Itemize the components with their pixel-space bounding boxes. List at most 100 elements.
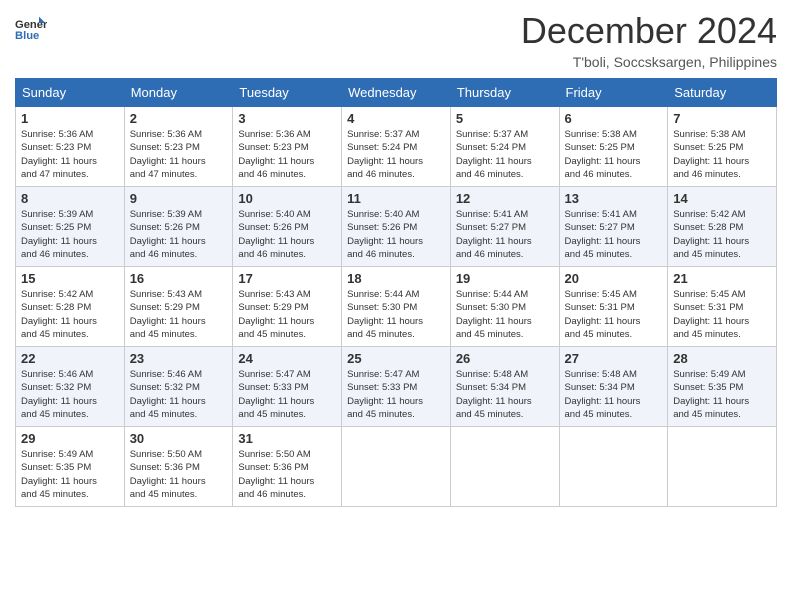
- calendar-cell: 11 Sunrise: 5:40 AM Sunset: 5:26 PM Dayli…: [342, 187, 451, 267]
- day-number: 14: [673, 191, 771, 206]
- calendar-cell: 16Sunrise: 5:43 AM Sunset: 5:29 PM Dayli…: [124, 267, 233, 347]
- day-number: 17: [238, 271, 336, 286]
- calendar-cell: [342, 427, 451, 507]
- calendar-cell: 14 Sunrise: 5:42 AM Sunset: 5:28 PM Dayli…: [668, 187, 777, 267]
- day-info: Sunrise: 5:42 AM Sunset: 5:28 PM Dayligh…: [21, 288, 119, 341]
- calendar-cell: 30 Sunrise: 5:50 AM Sunset: 5:36 PM Dayli…: [124, 427, 233, 507]
- day-info: Sunrise: 5:45 AM Sunset: 5:31 PM Dayligh…: [565, 288, 663, 341]
- calendar-week-1: 1 Sunrise: 5:36 AM Sunset: 5:23 PM Daylig…: [16, 107, 777, 187]
- header-day-wednesday: Wednesday: [342, 79, 451, 107]
- header-day-tuesday: Tuesday: [233, 79, 342, 107]
- page-header: General Blue December 2024 T'boli, Soccs…: [15, 10, 777, 70]
- day-number: 22: [21, 351, 119, 366]
- day-number: 23: [130, 351, 228, 366]
- calendar-cell: 19 Sunrise: 5:44 AM Sunset: 5:30 PM Dayli…: [450, 267, 559, 347]
- day-info: Sunrise: 5:38 AM Sunset: 5:25 PM Dayligh…: [565, 128, 663, 181]
- day-info: Sunrise: 5:37 AM Sunset: 5:24 PM Dayligh…: [456, 128, 554, 181]
- day-info: Sunrise: 5:39 AM Sunset: 5:26 PM Dayligh…: [130, 208, 228, 261]
- day-info: Sunrise: 5:50 AM Sunset: 5:36 PM Dayligh…: [238, 448, 336, 501]
- day-number: 11: [347, 191, 445, 206]
- calendar-week-4: 22 Sunrise: 5:46 AM Sunset: 5:32 PM Dayli…: [16, 347, 777, 427]
- day-number: 12: [456, 191, 554, 206]
- day-number: 29: [21, 431, 119, 446]
- day-info: Sunrise: 5:47 AM Sunset: 5:33 PM Dayligh…: [347, 368, 445, 421]
- day-info: Sunrise: 5:44 AM Sunset: 5:30 PM Dayligh…: [347, 288, 445, 341]
- day-info: Sunrise: 5:37 AM Sunset: 5:24 PM Dayligh…: [347, 128, 445, 181]
- calendar-cell: 5Sunrise: 5:37 AM Sunset: 5:24 PM Daylig…: [450, 107, 559, 187]
- day-info: Sunrise: 5:49 AM Sunset: 5:35 PM Dayligh…: [673, 368, 771, 421]
- day-info: Sunrise: 5:46 AM Sunset: 5:32 PM Dayligh…: [130, 368, 228, 421]
- day-number: 1: [21, 111, 119, 126]
- day-info: Sunrise: 5:45 AM Sunset: 5:31 PM Dayligh…: [673, 288, 771, 341]
- calendar-week-2: 8Sunrise: 5:39 AM Sunset: 5:25 PM Daylig…: [16, 187, 777, 267]
- calendar-cell: 27Sunrise: 5:48 AM Sunset: 5:34 PM Dayli…: [559, 347, 668, 427]
- day-number: 28: [673, 351, 771, 366]
- day-info: Sunrise: 5:41 AM Sunset: 5:27 PM Dayligh…: [456, 208, 554, 261]
- calendar-week-5: 29 Sunrise: 5:49 AM Sunset: 5:35 PM Dayli…: [16, 427, 777, 507]
- calendar-cell: 8Sunrise: 5:39 AM Sunset: 5:25 PM Daylig…: [16, 187, 125, 267]
- day-number: 4: [347, 111, 445, 126]
- day-info: Sunrise: 5:36 AM Sunset: 5:23 PM Dayligh…: [238, 128, 336, 181]
- calendar-cell: 23 Sunrise: 5:46 AM Sunset: 5:32 PM Dayli…: [124, 347, 233, 427]
- location-subtitle: T'boli, Soccsksargen, Philippines: [521, 54, 777, 70]
- day-info: Sunrise: 5:38 AM Sunset: 5:25 PM Dayligh…: [673, 128, 771, 181]
- calendar-cell: 1Sunrise: 5:36 AM Sunset: 5:23 PM Daylig…: [16, 107, 125, 187]
- calendar-cell: 29 Sunrise: 5:49 AM Sunset: 5:35 PM Dayli…: [16, 427, 125, 507]
- calendar-cell: [559, 427, 668, 507]
- day-number: 15: [21, 271, 119, 286]
- day-info: Sunrise: 5:44 AM Sunset: 5:30 PM Dayligh…: [456, 288, 554, 341]
- day-number: 7: [673, 111, 771, 126]
- calendar-cell: 24 Sunrise: 5:47 AM Sunset: 5:33 PM Dayli…: [233, 347, 342, 427]
- calendar-cell: 7 Sunrise: 5:38 AM Sunset: 5:25 PM Daylig…: [668, 107, 777, 187]
- calendar-cell: 3Sunrise: 5:36 AM Sunset: 5:23 PM Daylig…: [233, 107, 342, 187]
- calendar-cell: 22 Sunrise: 5:46 AM Sunset: 5:32 PM Dayli…: [16, 347, 125, 427]
- calendar-cell: 13 Sunrise: 5:41 AM Sunset: 5:27 PM Dayli…: [559, 187, 668, 267]
- day-number: 10: [238, 191, 336, 206]
- day-number: 19: [456, 271, 554, 286]
- day-number: 25: [347, 351, 445, 366]
- calendar-cell: 17 Sunrise: 5:43 AM Sunset: 5:29 PM Dayli…: [233, 267, 342, 347]
- day-info: Sunrise: 5:49 AM Sunset: 5:35 PM Dayligh…: [21, 448, 119, 501]
- day-number: 27: [565, 351, 663, 366]
- calendar-cell: 2Sunrise: 5:36 AM Sunset: 5:23 PM Daylig…: [124, 107, 233, 187]
- calendar-cell: [668, 427, 777, 507]
- day-info: Sunrise: 5:42 AM Sunset: 5:28 PM Dayligh…: [673, 208, 771, 261]
- calendar-cell: 10 Sunrise: 5:40 AM Sunset: 5:26 PM Dayli…: [233, 187, 342, 267]
- day-number: 2: [130, 111, 228, 126]
- header-day-friday: Friday: [559, 79, 668, 107]
- day-number: 24: [238, 351, 336, 366]
- calendar-cell: 31Sunrise: 5:50 AM Sunset: 5:36 PM Dayli…: [233, 427, 342, 507]
- calendar-cell: 4 Sunrise: 5:37 AM Sunset: 5:24 PM Daylig…: [342, 107, 451, 187]
- day-number: 30: [130, 431, 228, 446]
- header-day-saturday: Saturday: [668, 79, 777, 107]
- header-row: SundayMondayTuesdayWednesdayThursdayFrid…: [16, 79, 777, 107]
- calendar-week-3: 15 Sunrise: 5:42 AM Sunset: 5:28 PM Dayli…: [16, 267, 777, 347]
- day-info: Sunrise: 5:40 AM Sunset: 5:26 PM Dayligh…: [238, 208, 336, 261]
- calendar-cell: 20 Sunrise: 5:45 AM Sunset: 5:31 PM Dayli…: [559, 267, 668, 347]
- day-number: 18: [347, 271, 445, 286]
- header-day-thursday: Thursday: [450, 79, 559, 107]
- day-info: Sunrise: 5:50 AM Sunset: 5:36 PM Dayligh…: [130, 448, 228, 501]
- calendar-cell: 12 Sunrise: 5:41 AM Sunset: 5:27 PM Dayli…: [450, 187, 559, 267]
- day-info: Sunrise: 5:47 AM Sunset: 5:33 PM Dayligh…: [238, 368, 336, 421]
- day-info: Sunrise: 5:39 AM Sunset: 5:25 PM Dayligh…: [21, 208, 119, 261]
- calendar-cell: [450, 427, 559, 507]
- day-number: 26: [456, 351, 554, 366]
- day-number: 20: [565, 271, 663, 286]
- day-info: Sunrise: 5:41 AM Sunset: 5:27 PM Dayligh…: [565, 208, 663, 261]
- svg-text:Blue: Blue: [15, 30, 39, 42]
- calendar-cell: 28 Sunrise: 5:49 AM Sunset: 5:35 PM Dayli…: [668, 347, 777, 427]
- calendar-cell: 15 Sunrise: 5:42 AM Sunset: 5:28 PM Dayli…: [16, 267, 125, 347]
- day-info: Sunrise: 5:43 AM Sunset: 5:29 PM Dayligh…: [238, 288, 336, 341]
- day-number: 16: [130, 271, 228, 286]
- calendar-cell: 18 Sunrise: 5:44 AM Sunset: 5:30 PM Dayli…: [342, 267, 451, 347]
- calendar-table: SundayMondayTuesdayWednesdayThursdayFrid…: [15, 78, 777, 507]
- day-number: 9: [130, 191, 228, 206]
- day-info: Sunrise: 5:46 AM Sunset: 5:32 PM Dayligh…: [21, 368, 119, 421]
- header-day-monday: Monday: [124, 79, 233, 107]
- month-title: December 2024: [521, 10, 777, 52]
- day-info: Sunrise: 5:40 AM Sunset: 5:26 PM Dayligh…: [347, 208, 445, 261]
- calendar-cell: 26Sunrise: 5:48 AM Sunset: 5:34 PM Dayli…: [450, 347, 559, 427]
- day-number: 13: [565, 191, 663, 206]
- logo: General Blue: [15, 15, 51, 43]
